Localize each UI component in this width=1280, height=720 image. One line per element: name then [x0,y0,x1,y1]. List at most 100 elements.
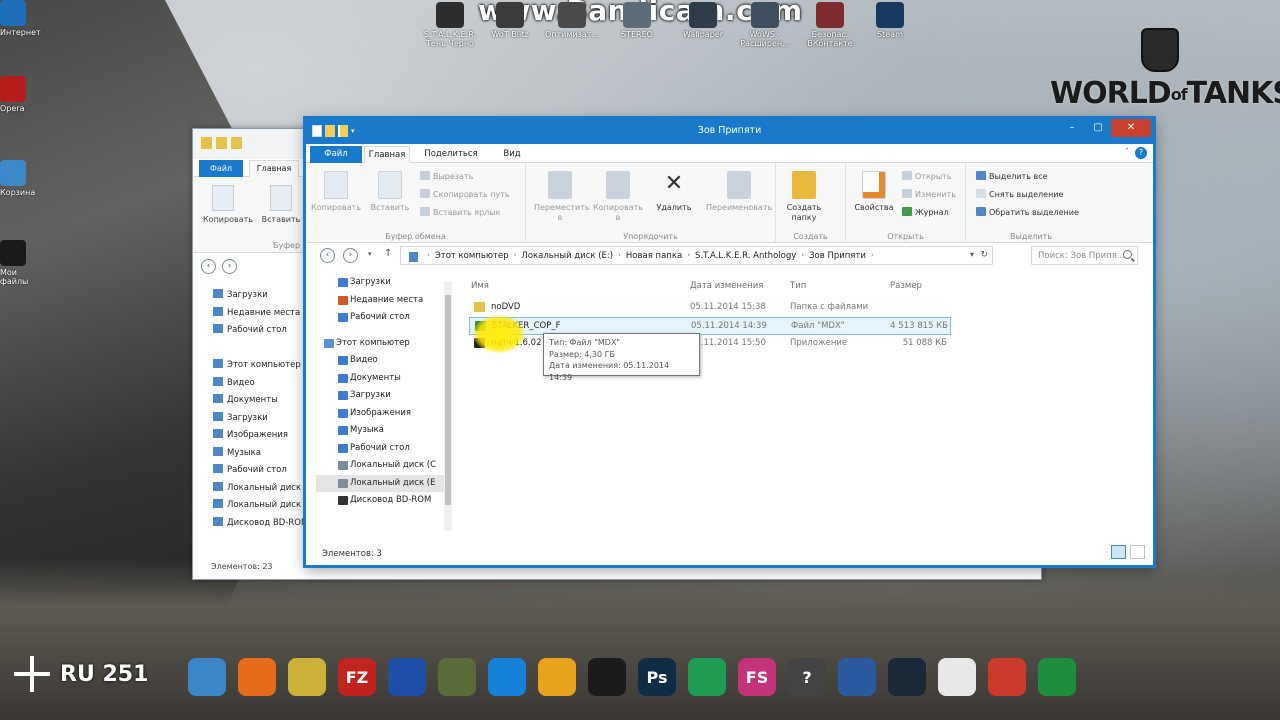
file-row[interactable]: патч 1.6.0205.11.2014 15:50Приложение51 … [469,335,951,353]
breadcrumb-separator-icon[interactable]: › [871,251,874,262]
steam-icon[interactable] [888,658,926,696]
edit-button[interactable]: Изменить [902,189,956,199]
teamviewer-icon[interactable] [488,658,526,696]
bg-tab-file[interactable]: Файл [199,160,243,177]
properties-button[interactable]: Свойства [848,171,900,213]
nav-item[interactable]: Рабочий стол [316,309,444,327]
desktop-left-icon[interactable]: Opera [0,76,34,113]
desktop-left-icon[interactable]: Корзина [0,160,35,197]
search-input[interactable]: Поиск: Зов Припя... [1031,246,1138,265]
desktop-icon[interactable]: WoWS - Расширен... [730,2,800,48]
help-icon[interactable]: ? [1135,147,1147,159]
breadcrumb-separator-icon[interactable]: › [618,251,621,262]
back-icon[interactable]: ‹ [320,248,335,263]
bg-nav-item[interactable]: Локальный диск [203,480,308,498]
recent-dropdown-icon[interactable]: ▾ [368,250,372,258]
details-view-icon[interactable] [1111,545,1126,559]
bg-forward-icon[interactable]: › [222,259,237,274]
bg-nav-item[interactable]: Рабочий стол [203,462,308,480]
tab-home[interactable]: Главная [364,146,410,163]
tab-view[interactable]: Вид [492,146,532,163]
select-all-button[interactable]: Выделить все [976,171,1048,181]
bg-tab-home[interactable]: Главная [249,160,299,177]
fs-app-icon[interactable]: FS [738,658,776,696]
paste-shortcut-button[interactable]: Вставить ярлык [420,207,500,217]
address-box[interactable]: › Этот компьютер › Локальный диск (E:) › Нова… [400,246,993,265]
nav-item[interactable]: Рабочий стол [316,440,444,458]
nav-item[interactable]: Дисковод BD-ROM [316,492,444,510]
nav-item[interactable]: Этот компьютер [316,335,444,353]
file-row[interactable]: STALKER_COP_F 05.11.2014 14:39 Файл "MDX" 4… [469,317,951,335]
desktop-left-icon[interactable]: Мои файлы [0,240,34,286]
map-app-icon[interactable] [438,658,476,696]
bg-nav-item[interactable]: Музыка [203,445,308,463]
tab-file[interactable]: Файл [310,146,362,163]
ribbon-collapse-icon[interactable]: ˅ [1125,147,1129,156]
nav-item[interactable]: Видео [316,352,444,370]
nav-item[interactable]: Изображения [316,405,444,423]
moon-app-icon[interactable] [838,658,876,696]
bg-nav-item[interactable]: Загрузки [203,287,308,305]
photoshop-icon[interactable]: Ps [638,658,676,696]
column-type[interactable]: Тип [790,281,806,291]
explorer-window[interactable]: ▾ Зов Припяти – ▢ ✕ Файл Главная Поделит… [305,118,1154,566]
bg-nav-item[interactable]: Рабочий стол [203,322,308,340]
aimp-icon[interactable] [538,658,576,696]
desktop-icon[interactable]: STEREO [602,2,672,39]
column-date[interactable]: Дата изменения [690,281,763,291]
desktop-icon[interactable]: Оптимизат... [537,2,607,39]
large-icons-view-icon[interactable] [1130,545,1145,559]
bg-back-icon[interactable]: ‹ [201,259,216,274]
copy-button[interactable]: Копировать [310,171,362,213]
desktop-icon[interactable]: Steam [855,2,925,39]
sheets-app-icon[interactable] [688,658,726,696]
move-to-button[interactable]: Переместить в [534,171,590,223]
column-size[interactable]: Размер [890,281,922,291]
up-icon[interactable]: ↑ [384,248,392,259]
open-button[interactable]: Открыть [902,171,952,181]
maximize-icon[interactable]: ▢ [1085,119,1111,137]
globe-app-icon[interactable] [388,658,426,696]
copy-path-button[interactable]: Скопировать путь [420,189,510,199]
nav-item[interactable]: Локальный диск (E [316,474,444,492]
minimize-icon[interactable]: – [1059,119,1085,137]
forward-icon[interactable]: › [343,248,358,263]
nav-scroll-thumb[interactable] [445,295,451,505]
nav-item[interactable]: Документы [316,370,444,388]
bg-nav-item[interactable]: Загрузки [203,410,308,428]
bg-nav-item[interactable]: Недавние места [203,305,308,323]
nav-item[interactable]: Музыка [316,422,444,440]
new-folder-button[interactable]: Создать папку [778,171,830,223]
bg-nav-item[interactable]: Этот компьютер [203,357,308,375]
filezilla-icon[interactable]: FZ [338,658,376,696]
desktop-icon[interactable]: WoT Blitz [475,2,545,39]
desktop-icon[interactable]: Wallpaper [668,2,738,39]
breadcrumb-separator-icon[interactable]: › [801,251,804,262]
bg-nav-item[interactable]: Дисковод BD-ROM [203,515,308,533]
nav-item[interactable]: Загрузки [316,274,444,292]
file-row[interactable]: noDVD 05.11.2014 15:38 Папка с файлами [469,299,951,317]
firefox-icon[interactable] [238,658,276,696]
nav-item[interactable]: Загрузки [316,387,444,405]
breadcrumb-separator-icon[interactable]: › [514,251,517,262]
close-icon[interactable]: ✕ [1111,119,1151,137]
copy-to-button[interactable]: Копировать в [592,171,644,223]
paste-button[interactable]: Вставить [364,171,416,213]
bg-nav-item[interactable] [203,340,308,358]
titlebar[interactable]: ▾ Зов Припяти – ▢ ✕ [306,119,1153,144]
bandicam-icon[interactable] [588,658,626,696]
breadcrumb-item[interactable]: Этот компьютер [435,251,509,262]
rename-button[interactable]: Переименовать [706,171,772,213]
delete-button[interactable]: ✕ Удалить [648,171,700,213]
bg-nav-item[interactable]: Документы [203,392,308,410]
bg-paste-button[interactable]: Вставить [261,185,301,224]
breadcrumb-item[interactable]: S.T.A.L.K.E.R. Anthology [695,251,796,262]
search-icon[interactable] [1123,250,1132,259]
nav-item[interactable]: Недавние места [316,292,444,310]
help-app-icon[interactable]: ? [788,658,826,696]
column-name[interactable]: Имя [471,281,489,291]
fl-studio-icon[interactable] [288,658,326,696]
refresh-icon[interactable]: ↻ [980,250,988,260]
nav-item[interactable]: Локальный диск (C [316,457,444,475]
cut-button[interactable]: Вырезать [420,171,473,181]
